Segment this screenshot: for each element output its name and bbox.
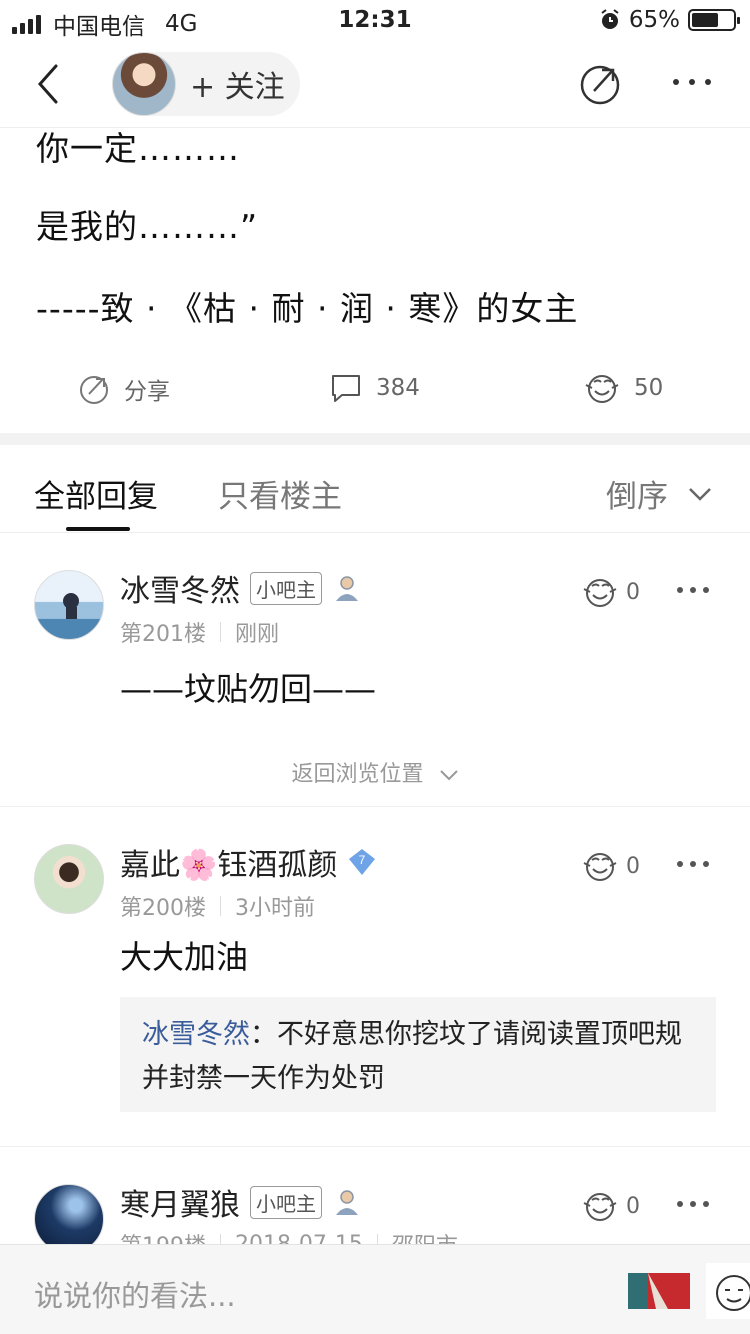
like-face-icon — [583, 579, 617, 607]
reply-text: ——坟贴勿回—— — [120, 670, 377, 708]
post-line-3: -----致 · 《枯 · 耐 · 润 · 寒》的女主 — [36, 289, 579, 328]
like-count: 0 — [626, 579, 640, 605]
section-gap — [0, 433, 750, 445]
post-action-row: 分享 384 50 — [0, 358, 750, 418]
avatar-figure — [63, 593, 79, 619]
back-position-label: 返回浏览位置 — [291, 762, 424, 787]
sticker-thumbnail[interactable] — [628, 1273, 690, 1309]
meta-divider — [220, 896, 221, 916]
person-icon — [336, 1190, 358, 1215]
floor-number: 第200楼 — [120, 896, 206, 921]
sub-reply[interactable]: 冰雪冬然：不好意思你挖坟了请阅读置顶吧规并封禁一天作为处罚 — [120, 997, 716, 1112]
follow-button[interactable]: + 关注 — [112, 52, 300, 116]
like-face-icon — [583, 1193, 617, 1221]
share-icon[interactable] — [578, 62, 622, 106]
chevron-down-icon — [689, 487, 711, 501]
more-icon[interactable] — [672, 72, 712, 92]
username[interactable]: 寒月翼狼 — [120, 1180, 240, 1224]
reply-time: 刚刚 — [235, 622, 280, 647]
like-action[interactable]: 50 — [584, 372, 663, 404]
like-count: 50 — [634, 375, 664, 401]
alarm-icon — [601, 9, 619, 29]
more-icon[interactable] — [676, 1199, 710, 1209]
back-icon[interactable] — [28, 60, 72, 108]
share-label: 分享 — [124, 379, 170, 405]
more-icon[interactable] — [676, 585, 710, 595]
battery-percent: 65% — [628, 7, 680, 33]
like-count: 0 — [626, 1193, 640, 1219]
sub-reply-username[interactable]: 冰雪冬然 — [142, 1019, 250, 1050]
comment-icon — [332, 375, 360, 402]
battery-icon — [688, 9, 740, 31]
reply-like-button[interactable]: 0 — [582, 850, 640, 882]
share-icon — [80, 376, 108, 404]
emoji-icon[interactable] — [706, 1263, 750, 1319]
username[interactable]: 嘉此🌸钰酒孤颜 — [120, 840, 337, 884]
tab-op-only[interactable]: 只看楼主 — [218, 471, 342, 516]
battery-fill — [692, 13, 718, 27]
reply-text: 大大加油 — [120, 938, 249, 976]
status-bar: 中国电信 4G 12:31 65% — [0, 0, 750, 40]
sort-label: 倒序 — [606, 479, 668, 515]
person-icon — [336, 576, 358, 601]
post-line-2: 是我的………” — [36, 207, 259, 246]
moderator-badge: 小吧主 — [250, 571, 322, 605]
sub-reply-separator: ： — [250, 1019, 277, 1050]
tab-underline — [66, 527, 130, 531]
like-face-icon — [583, 853, 617, 881]
username[interactable]: 冰雪冬然 — [120, 566, 240, 610]
follow-label: + 关注 — [190, 70, 285, 105]
comment-count: 384 — [376, 375, 420, 401]
like-count: 0 — [626, 853, 640, 879]
reply-time: 3小时前 — [235, 896, 315, 921]
reply-tabs: 全部回复 只看楼主 倒序 — [0, 445, 750, 533]
meta-divider — [220, 622, 221, 642]
comment-bar: 说说你的看法... — [0, 1244, 750, 1334]
reply-like-button[interactable]: 0 — [582, 576, 640, 608]
floor-number: 第201楼 — [120, 622, 206, 647]
sort-dropdown[interactable]: 倒序 — [606, 471, 712, 516]
divider — [0, 806, 750, 807]
avatar[interactable] — [34, 844, 104, 914]
post-line-1: 你一定……… — [36, 129, 240, 168]
like-face-icon — [585, 375, 619, 403]
comment-input[interactable]: 说说你的看法... — [34, 1273, 236, 1315]
level-number: 7 — [359, 853, 366, 867]
avatar[interactable] — [34, 570, 104, 640]
author-avatar[interactable] — [112, 52, 176, 116]
reply-like-button[interactable]: 0 — [582, 1190, 640, 1222]
chevron-down-icon — [439, 770, 458, 781]
nav-bar: + 关注 — [0, 40, 750, 128]
moderator-badge: 小吧主 — [250, 1185, 322, 1219]
back-to-position[interactable]: 返回浏览位置 — [0, 756, 750, 788]
level-badge-icon: 7 — [349, 849, 376, 875]
tab-all-replies[interactable]: 全部回复 — [34, 471, 158, 516]
divider — [0, 1146, 750, 1147]
comment-action[interactable]: 384 — [330, 372, 420, 404]
more-icon[interactable] — [676, 859, 710, 869]
share-action[interactable]: 分享 — [78, 372, 170, 406]
